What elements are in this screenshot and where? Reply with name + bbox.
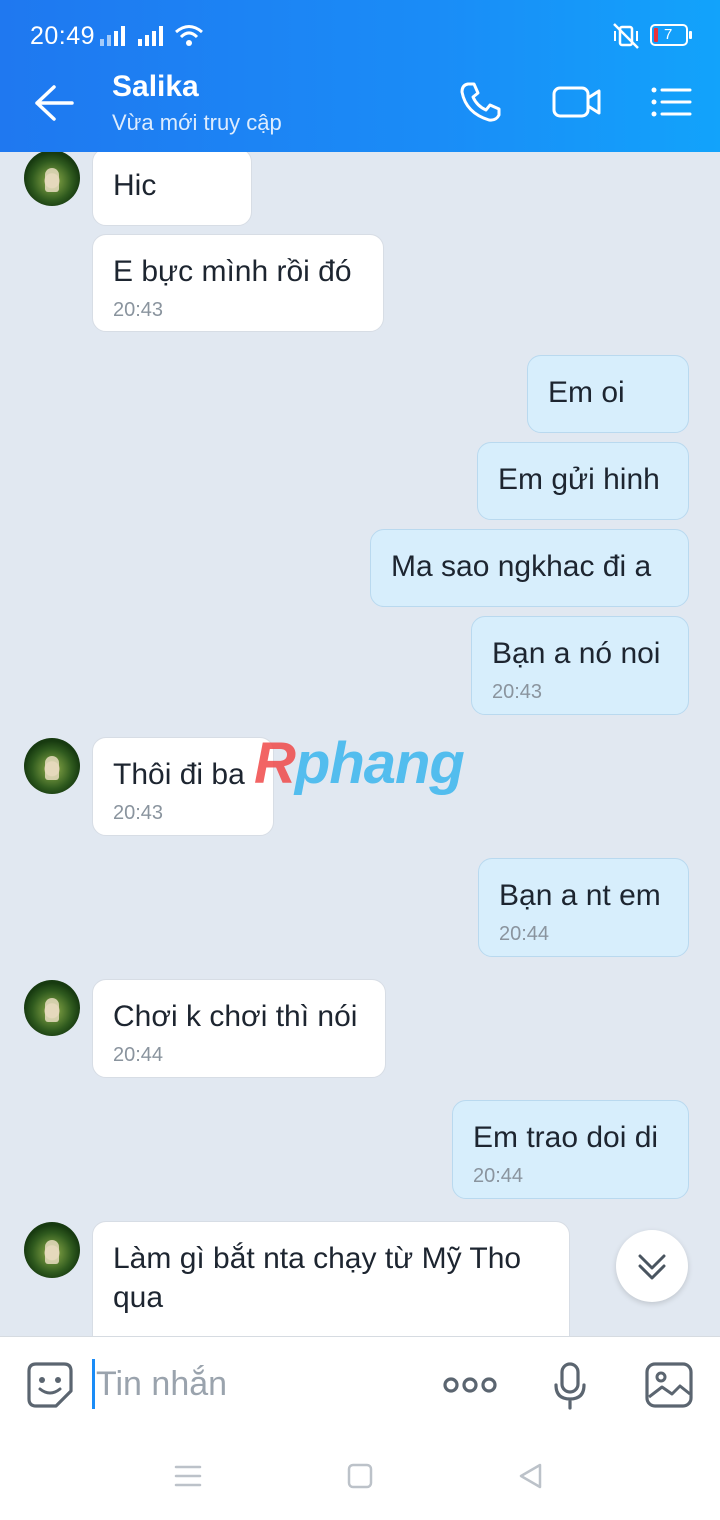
message-time: 20:43 [492,681,543,703]
status-time: 20:49 [30,22,96,50]
text-cursor [92,1359,95,1409]
message-text: Em oi [548,376,625,409]
sticker-icon[interactable] [26,1361,74,1409]
message-text: Bạn a nó noi [492,637,661,670]
contact-avatar[interactable] [24,1222,80,1278]
scroll-to-bottom-button[interactable] [616,1230,688,1302]
message-input-bar [0,1336,720,1434]
contact-avatar[interactable] [24,738,80,794]
vibrate-off-icon [613,23,639,49]
message-time: 20:44 [499,923,550,945]
status-bar: 20:49 7 [0,0,720,58]
system-navigation-bar [0,1434,720,1520]
phone-icon[interactable] [458,80,502,124]
message-bubble-incoming[interactable]: Hic [92,152,252,226]
message-input[interactable] [96,1359,396,1409]
message-list[interactable]: Hic E bực mình rồi đó 20:43 Em oi Em gửi… [0,152,720,1336]
message-text: Em trao doi di [473,1121,659,1154]
message-text: Ma sao ngkhac đi a [391,550,652,583]
signal-icon [100,26,125,46]
chevron-double-down-icon [638,1254,666,1280]
message-bubble-outgoing[interactable]: Ma sao ngkhac đi a [370,529,689,607]
message-text: Làm gì bắt nta chạy từ Mỹ Tho qua [113,1242,522,1314]
message-bubble-incoming[interactable]: Chơi k chơi thì nói 20:44 [92,979,386,1078]
wifi-icon [175,25,203,46]
back-arrow-icon[interactable] [32,82,74,124]
home-icon[interactable] [346,1462,374,1490]
signal-icon-2 [138,26,163,46]
back-nav-icon[interactable] [516,1462,544,1490]
message-text: Bạn a nt em [499,879,661,912]
contact-name[interactable]: Salika [112,70,199,104]
message-time: 20:44 [473,1165,524,1187]
message-time: 20:44 [113,1044,164,1066]
message-time: 20:43 [113,802,164,824]
image-icon[interactable] [644,1361,694,1409]
message-bubble-outgoing[interactable]: Em oi [527,355,689,433]
message-bubble-incoming[interactable]: Làm gì bắt nta chạy từ Mỹ Tho qua [92,1221,570,1336]
battery-level: 7 [664,26,673,43]
message-text: E bực mình rồi đó [113,255,352,288]
contact-avatar[interactable] [24,152,80,206]
message-bubble-outgoing[interactable]: Bạn a nó noi 20:43 [471,616,689,715]
more-dots-icon[interactable] [442,1367,498,1403]
microphone-icon[interactable] [552,1361,588,1411]
message-bubble-outgoing[interactable]: Bạn a nt em 20:44 [478,858,689,957]
app-header: 20:49 7 Salika Vừa mới truy cập [0,0,720,152]
video-camera-icon[interactable] [552,80,602,124]
message-bubble-outgoing[interactable]: Em gửi hinh [477,442,689,520]
recent-apps-icon[interactable] [174,1462,202,1490]
message-text: Chơi k chơi thì nói [113,1000,358,1033]
watermark-logo: Rphang [254,731,465,796]
contact-status: Vừa mới truy cập [112,110,282,135]
message-bubble-incoming[interactable]: E bực mình rồi đó 20:43 [92,234,384,332]
message-text: Em gửi hinh [498,463,660,496]
message-text: Thôi đi ba [113,758,245,791]
contact-avatar[interactable] [24,980,80,1036]
list-menu-icon[interactable] [650,80,692,124]
message-time: 20:43 [113,299,164,321]
message-text: Hic [113,169,157,202]
message-bubble-incoming[interactable]: Thôi đi ba 20:43 [92,737,274,836]
battery-icon: 7 [650,24,692,46]
message-bubble-outgoing[interactable]: Em trao doi di 20:44 [452,1100,689,1199]
